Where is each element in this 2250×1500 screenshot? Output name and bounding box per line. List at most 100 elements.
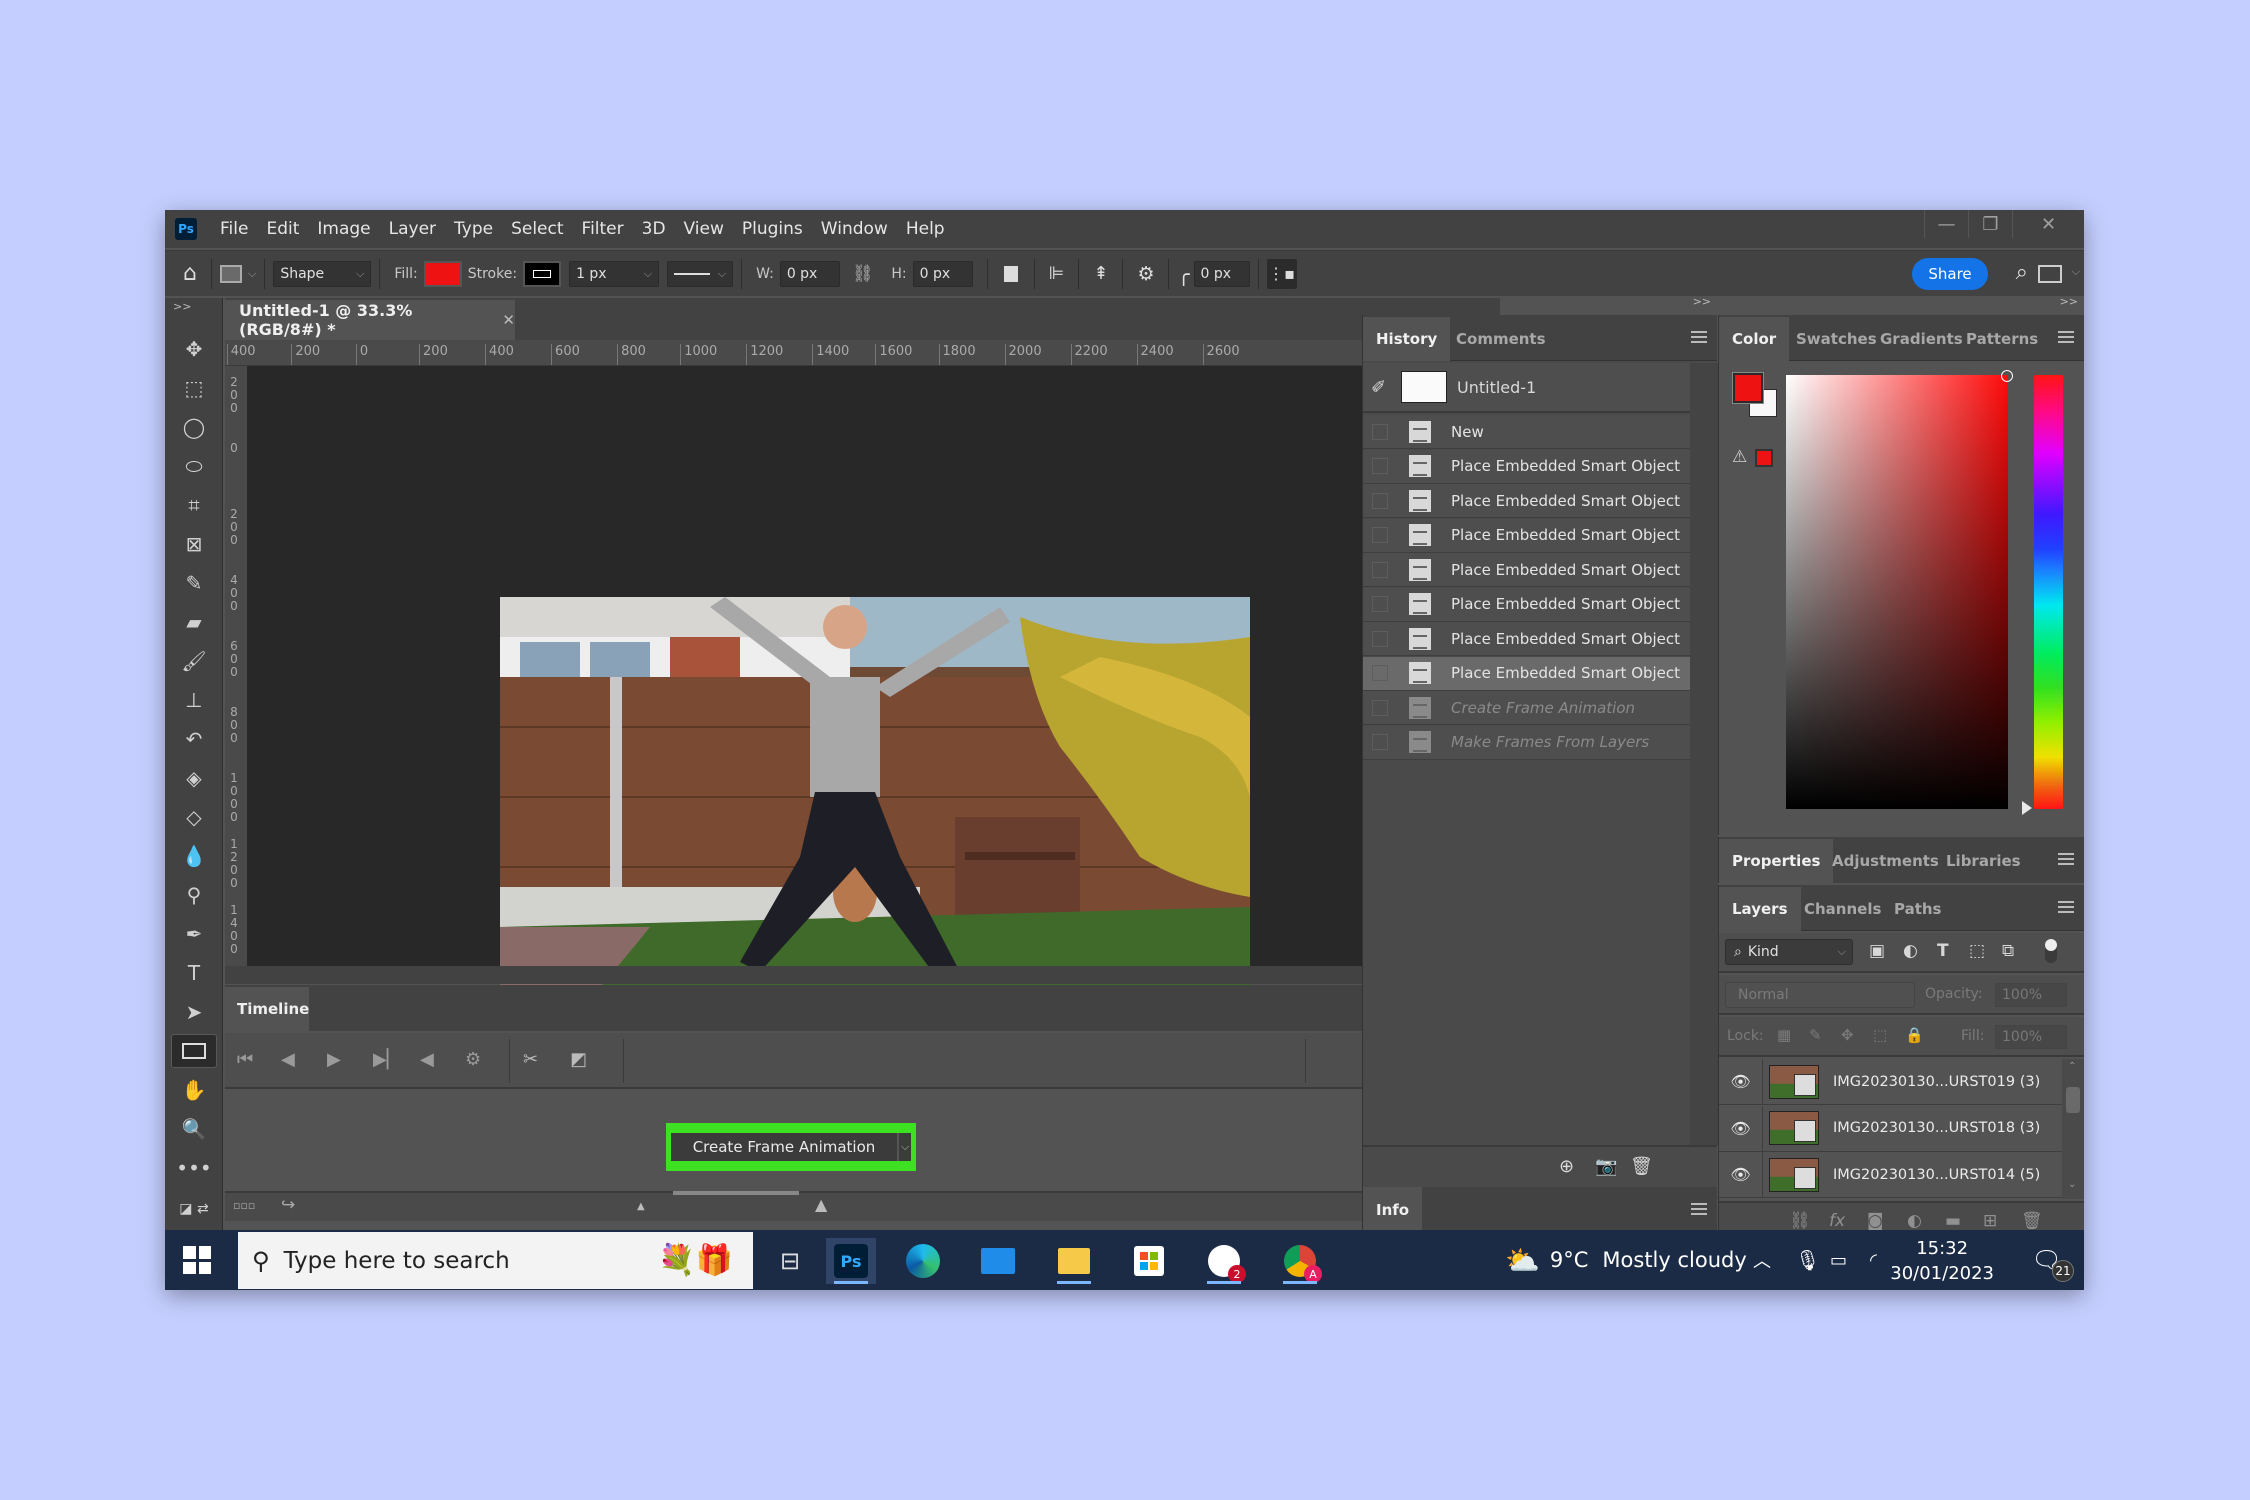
history-scrollbar[interactable] xyxy=(1690,363,1718,1145)
tab-info[interactable]: Info xyxy=(1363,1187,1423,1233)
rectangle-tool-icon[interactable] xyxy=(171,1034,217,1068)
history-item[interactable]: Make Frames From Layers xyxy=(1363,725,1690,760)
paint-bucket-tool-icon[interactable]: ◇ xyxy=(171,800,217,834)
close-window-button[interactable]: ✕ xyxy=(2012,210,2084,238)
collapse-dock-icon[interactable]: >> xyxy=(2060,295,2078,308)
filter-toggle[interactable] xyxy=(2045,939,2057,963)
new-group-folder-icon[interactable]: ▬ xyxy=(1945,1211,1961,1231)
layer-filter-kind-select[interactable]: ⌕ Kind ⌵ xyxy=(1725,939,1853,965)
history-snapshot[interactable]: ✐ Untitled-1 xyxy=(1363,363,1690,413)
taskbar-clock[interactable]: 15:32 30/01/2023 xyxy=(1890,1236,1994,1286)
history-brush-tool-icon[interactable]: ↶ xyxy=(171,722,217,756)
layer-row[interactable]: 👁 IMG20230130...URST019 (3) xyxy=(1719,1059,2062,1105)
tool-mode-select[interactable]: Shape ⌵ xyxy=(273,260,372,287)
zoom-in-icon[interactable]: ▲ xyxy=(815,1195,827,1214)
document-tab[interactable]: Untitled-1 @ 33.3% (RGB/8#) * ✕ xyxy=(225,300,515,340)
windows-start-icon[interactable] xyxy=(183,1246,211,1274)
path-operations-icon[interactable] xyxy=(1003,265,1018,282)
lock-transparent-pixels-icon[interactable]: ▦ xyxy=(1777,1026,1791,1044)
dodge-tool-icon[interactable]: ⚲ xyxy=(171,878,217,912)
history-item[interactable]: Place Embedded Smart Object xyxy=(1363,553,1690,587)
history-item[interactable]: Place Embedded Smart Object xyxy=(1363,587,1690,622)
settings-gear-icon[interactable]: ⚙ xyxy=(1137,263,1154,285)
layer-row[interactable]: 👁 IMG20230130...URST014 (5) xyxy=(1719,1152,2062,1198)
search-icon[interactable]: ⌕ xyxy=(2016,260,2028,285)
history-source-checkbox[interactable] xyxy=(1372,699,1388,716)
panel-menu-icon[interactable] xyxy=(2058,901,2074,913)
marquee-tool-icon[interactable]: ⬚ xyxy=(171,371,217,405)
filter-smart-objects-icon[interactable]: ⧉ xyxy=(2002,941,2014,961)
timeline-tab[interactable]: Timeline xyxy=(225,987,309,1031)
first-frame-icon[interactable]: ⏮ xyxy=(237,1049,253,1070)
menu-plugins[interactable]: Plugins xyxy=(733,219,812,239)
convert-frames-icon[interactable]: ▫▫▫ xyxy=(233,1199,255,1212)
taskbar-search-box[interactable]: ⚲ Type here to search 💐🎁 xyxy=(238,1232,753,1289)
height-field[interactable]: 0 px xyxy=(912,260,973,287)
previous-frame-icon[interactable]: ◀ xyxy=(281,1049,295,1070)
panel-menu-icon[interactable] xyxy=(1691,1203,1707,1215)
history-item[interactable]: Place Embedded Smart Object xyxy=(1363,656,1690,691)
tab-layers[interactable]: Layers xyxy=(1719,887,1801,931)
show-hidden-icons-chevron-icon[interactable]: ︿ xyxy=(1753,1230,1771,1290)
menu-type[interactable]: Type xyxy=(445,219,502,239)
tab-patterns[interactable]: Patterns xyxy=(1953,317,2051,361)
opacity-field[interactable]: 100% xyxy=(1995,983,2067,1007)
menu-layer[interactable]: Layer xyxy=(380,219,445,239)
taskbar-file-explorer[interactable] xyxy=(1049,1238,1099,1284)
scrollbar-thumb[interactable] xyxy=(2066,1087,2080,1113)
swap-colors-icon[interactable]: ◪ ⇄ xyxy=(171,1192,217,1226)
lock-image-pixels-icon[interactable]: ✎ xyxy=(1809,1026,1822,1044)
menu-filter[interactable]: Filter xyxy=(573,219,633,239)
new-document-from-state-icon[interactable]: ⊕ xyxy=(1559,1156,1574,1177)
zoom-out-icon[interactable]: ▲ xyxy=(637,1201,645,1212)
path-arrangement-icon[interactable]: ⇞ xyxy=(1093,263,1108,284)
panel-menu-icon[interactable] xyxy=(2058,331,2074,343)
blend-mode-select[interactable]: Normal xyxy=(1725,982,1915,1008)
menu-select[interactable]: Select xyxy=(502,219,572,239)
history-source-checkbox[interactable] xyxy=(1372,527,1388,543)
menu-edit[interactable]: Edit xyxy=(257,219,308,239)
restore-button[interactable]: ❐ xyxy=(1968,210,2012,238)
lock-artboard-icon[interactable]: ⬚ xyxy=(1873,1026,1887,1044)
color-picker-cursor[interactable] xyxy=(2001,370,2013,382)
history-source-checkbox[interactable] xyxy=(1372,458,1388,474)
history-item[interactable]: Create Frame Animation xyxy=(1363,691,1690,725)
zoom-tool-icon[interactable]: 🔍 xyxy=(171,1112,217,1146)
weather-widget[interactable]: ⛅ 9°C Mostly cloudy xyxy=(1505,1230,1747,1290)
minimize-button[interactable]: — xyxy=(1924,210,1968,238)
filter-type-layers-icon[interactable]: T xyxy=(1937,941,1949,961)
type-tool-icon[interactable]: T xyxy=(171,956,217,990)
tab-comments[interactable]: Comments xyxy=(1443,317,1559,361)
microphone-icon[interactable]: 🎙 xyxy=(1795,1230,1820,1290)
battery-icon[interactable]: ▭ xyxy=(1830,1230,1847,1290)
menu-file[interactable]: File xyxy=(211,219,257,239)
taskbar-edge[interactable] xyxy=(898,1238,948,1284)
hand-tool-icon[interactable]: ✋ xyxy=(171,1073,217,1107)
frame-tool-icon[interactable]: ⊠ xyxy=(171,527,217,561)
brush-tool-icon[interactable]: 🖌 xyxy=(171,644,217,678)
scroll-up-icon[interactable]: ⌃ xyxy=(2068,1061,2076,1072)
path-selection-tool-icon[interactable]: ➤ xyxy=(171,995,217,1029)
taskbar-photoshop[interactable]: Ps xyxy=(826,1238,876,1284)
menu-image[interactable]: Image xyxy=(308,219,379,239)
delete-layer-trash-icon[interactable]: 🗑 xyxy=(2021,1211,2043,1231)
add-mask-icon[interactable]: ◙ xyxy=(1867,1211,1884,1231)
saturation-brightness-field[interactable] xyxy=(1786,370,2013,809)
search-highlight-gift-icon[interactable]: 💐🎁 xyxy=(658,1243,733,1278)
filter-adjustment-layers-icon[interactable]: ◐ xyxy=(1903,941,1918,961)
taskbar-mail[interactable] xyxy=(973,1238,1023,1284)
split-scissors-icon[interactable]: ✂ xyxy=(523,1049,538,1070)
history-item[interactable]: Place Embedded Smart Object xyxy=(1363,518,1690,553)
play-icon[interactable]: ▶ xyxy=(327,1049,341,1070)
healing-brush-tool-icon[interactable]: ▰ xyxy=(171,605,217,639)
lasso-tool-icon[interactable]: ◯ xyxy=(171,410,217,444)
hue-slider[interactable] xyxy=(2034,375,2063,809)
tab-properties[interactable]: Properties xyxy=(1719,839,1834,883)
eraser-tool-icon[interactable]: ◈ xyxy=(171,761,217,795)
fill-color-swatch[interactable] xyxy=(423,260,462,287)
home-icon[interactable]: ⌂ xyxy=(183,261,197,286)
render-video-icon[interactable]: ↪ xyxy=(281,1195,295,1215)
lock-position-icon[interactable]: ✥ xyxy=(1841,1026,1854,1044)
playback-settings-icon[interactable]: ⚙ xyxy=(465,1049,481,1070)
stroke-type-select[interactable]: ⌵ xyxy=(667,260,734,287)
